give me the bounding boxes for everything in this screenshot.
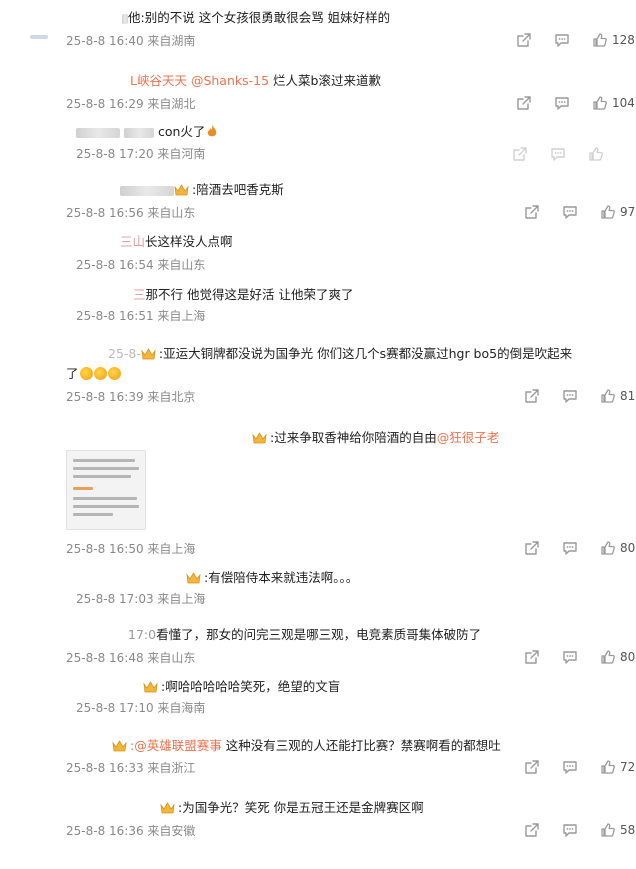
crown-badge-icon — [141, 348, 156, 360]
share-icon[interactable] — [524, 759, 540, 775]
comment-icon[interactable] — [554, 95, 570, 111]
comment-text: :过来争取香神给你陪酒的自由@狂很子老 — [252, 429, 499, 447]
like-icon[interactable] — [592, 32, 608, 48]
comment-meta: 25-8-8 16:29 来自湖北 — [66, 97, 196, 111]
share-icon[interactable] — [516, 32, 532, 48]
comment-icon[interactable] — [562, 822, 578, 838]
comment-icon[interactable] — [562, 388, 578, 404]
like-icon[interactable] — [600, 649, 616, 665]
comment-meta: 25-8-8 16:40 来自湖南 — [66, 34, 196, 48]
reply-meta: 25-8-8 17:10 来自海南 — [76, 701, 206, 715]
comment-actions: 81 — [524, 387, 636, 405]
mention-link[interactable]: @Shanks-15 — [191, 73, 269, 88]
comment-meta: 25-8-8 17:20 来自河南 — [76, 147, 206, 161]
share-icon[interactable] — [524, 822, 540, 838]
comment-text: :陪酒去吧香克斯 — [120, 181, 284, 199]
comment-text: 25-8-:亚运大铜牌都没说为国争光 你们这几个s赛都没赢过hgr bo5的倒是… — [108, 346, 573, 361]
reply-text: :有偿陪侍本来就违法啊。。。 — [186, 569, 358, 587]
comment-icon[interactable] — [554, 32, 570, 48]
comment-icon[interactable] — [562, 759, 578, 775]
like-count: 104 — [612, 96, 635, 110]
emoji-icon — [79, 367, 93, 380]
like-count: 97 — [620, 205, 636, 219]
comment-text: con火了 — [76, 123, 217, 141]
reply-meta: 25-8-8 16:51 来自上海 — [76, 309, 206, 323]
comment-actions: 80 — [524, 539, 636, 557]
comment-actions: 128 — [516, 31, 635, 49]
comment-meta: 25-8-8 16:39 来自北京 — [66, 390, 196, 404]
comment-text-continued: 了 — [66, 365, 121, 383]
comment-actions: 58 — [524, 821, 636, 839]
crown-badge-icon — [143, 681, 158, 693]
emoji-icon — [107, 367, 121, 380]
crown-badge-icon — [112, 740, 127, 752]
like-count: 81 — [620, 389, 636, 403]
like-count: 80 — [620, 541, 636, 555]
crown-badge-icon — [160, 802, 175, 814]
emoji-icon — [93, 367, 107, 380]
share-icon[interactable] — [524, 204, 540, 220]
crown-badge-icon — [186, 572, 201, 584]
comment-actions — [512, 145, 630, 163]
comment-icon[interactable] — [562, 540, 578, 556]
share-icon[interactable] — [512, 146, 528, 162]
reply-text: 三那不行 他觉得这是好活 让他荣了爽了 — [133, 287, 354, 302]
share-icon[interactable] — [524, 649, 540, 665]
comment-meta: 25-8-8 16:56 来自山东 — [66, 206, 196, 220]
reply-text: :啊哈哈哈哈哈笑死，绝望的文盲 — [143, 678, 340, 696]
comment-icon[interactable] — [550, 146, 566, 162]
mention-link[interactable]: @狂很子老 — [437, 430, 500, 445]
comment-actions: 97 — [524, 203, 636, 221]
reply-meta: 25-8-8 16:54 来自山东 — [76, 258, 206, 272]
comment-meta: 25-8-8 16:36 来自安徽 — [66, 824, 196, 838]
share-icon[interactable] — [524, 388, 540, 404]
comment-meta: 25-8-8 16:33 来自浙江 — [66, 761, 196, 775]
like-icon[interactable] — [600, 822, 616, 838]
comment-actions: 72 — [524, 758, 636, 776]
avatar-fragment — [30, 35, 48, 39]
like-count: 128 — [612, 33, 635, 47]
comment-actions: 80 — [524, 648, 636, 666]
like-count: 58 — [620, 823, 636, 837]
reply-meta: 25-8-8 17:03 来自上海 — [76, 592, 206, 606]
comment-meta: 25-8-8 16:50 来自上海 — [66, 542, 196, 556]
like-icon[interactable] — [600, 540, 616, 556]
like-count: 80 — [620, 650, 636, 664]
like-icon[interactable] — [600, 759, 616, 775]
crown-badge-icon — [174, 184, 189, 196]
fire-icon — [208, 125, 217, 137]
comment-meta: 25-8-8 16:48 来自山东 — [66, 651, 196, 665]
crown-badge-icon — [252, 432, 267, 444]
comment-text: :为国争光？笑死 你是五冠王还是金牌赛区啊 — [160, 799, 424, 817]
comment-text: :@英雄联盟赛事 这种没有三观的人还能打比赛？禁赛啊看的都想吐 — [112, 737, 501, 755]
comment-text: L峡谷天天 @Shanks-15 烂人菜b滚过来道歉 — [130, 73, 381, 88]
share-icon[interactable] — [516, 95, 532, 111]
comment-icon[interactable] — [562, 204, 578, 220]
like-icon[interactable] — [588, 146, 604, 162]
comment-actions: 104 — [516, 94, 635, 112]
like-count: 72 — [620, 760, 636, 774]
mention-link[interactable]: :@英雄联盟赛事 — [130, 738, 222, 753]
comment-icon[interactable] — [562, 649, 578, 665]
share-icon[interactable] — [524, 540, 540, 556]
like-icon[interactable] — [600, 204, 616, 220]
attached-image-thumbnail[interactable] — [66, 450, 146, 530]
reply-text: 三山长这样没人点啊 — [120, 234, 233, 249]
like-icon[interactable] — [600, 388, 616, 404]
like-icon[interactable] — [592, 95, 608, 111]
comment-text: 他:别的不说 这个女孩很勇敢很会骂 姐妹好样的 — [122, 9, 390, 27]
comment-text: 17:0看懂了，那女的问完三观是哪三观，电竞素质哥集体破防了 — [128, 627, 482, 642]
